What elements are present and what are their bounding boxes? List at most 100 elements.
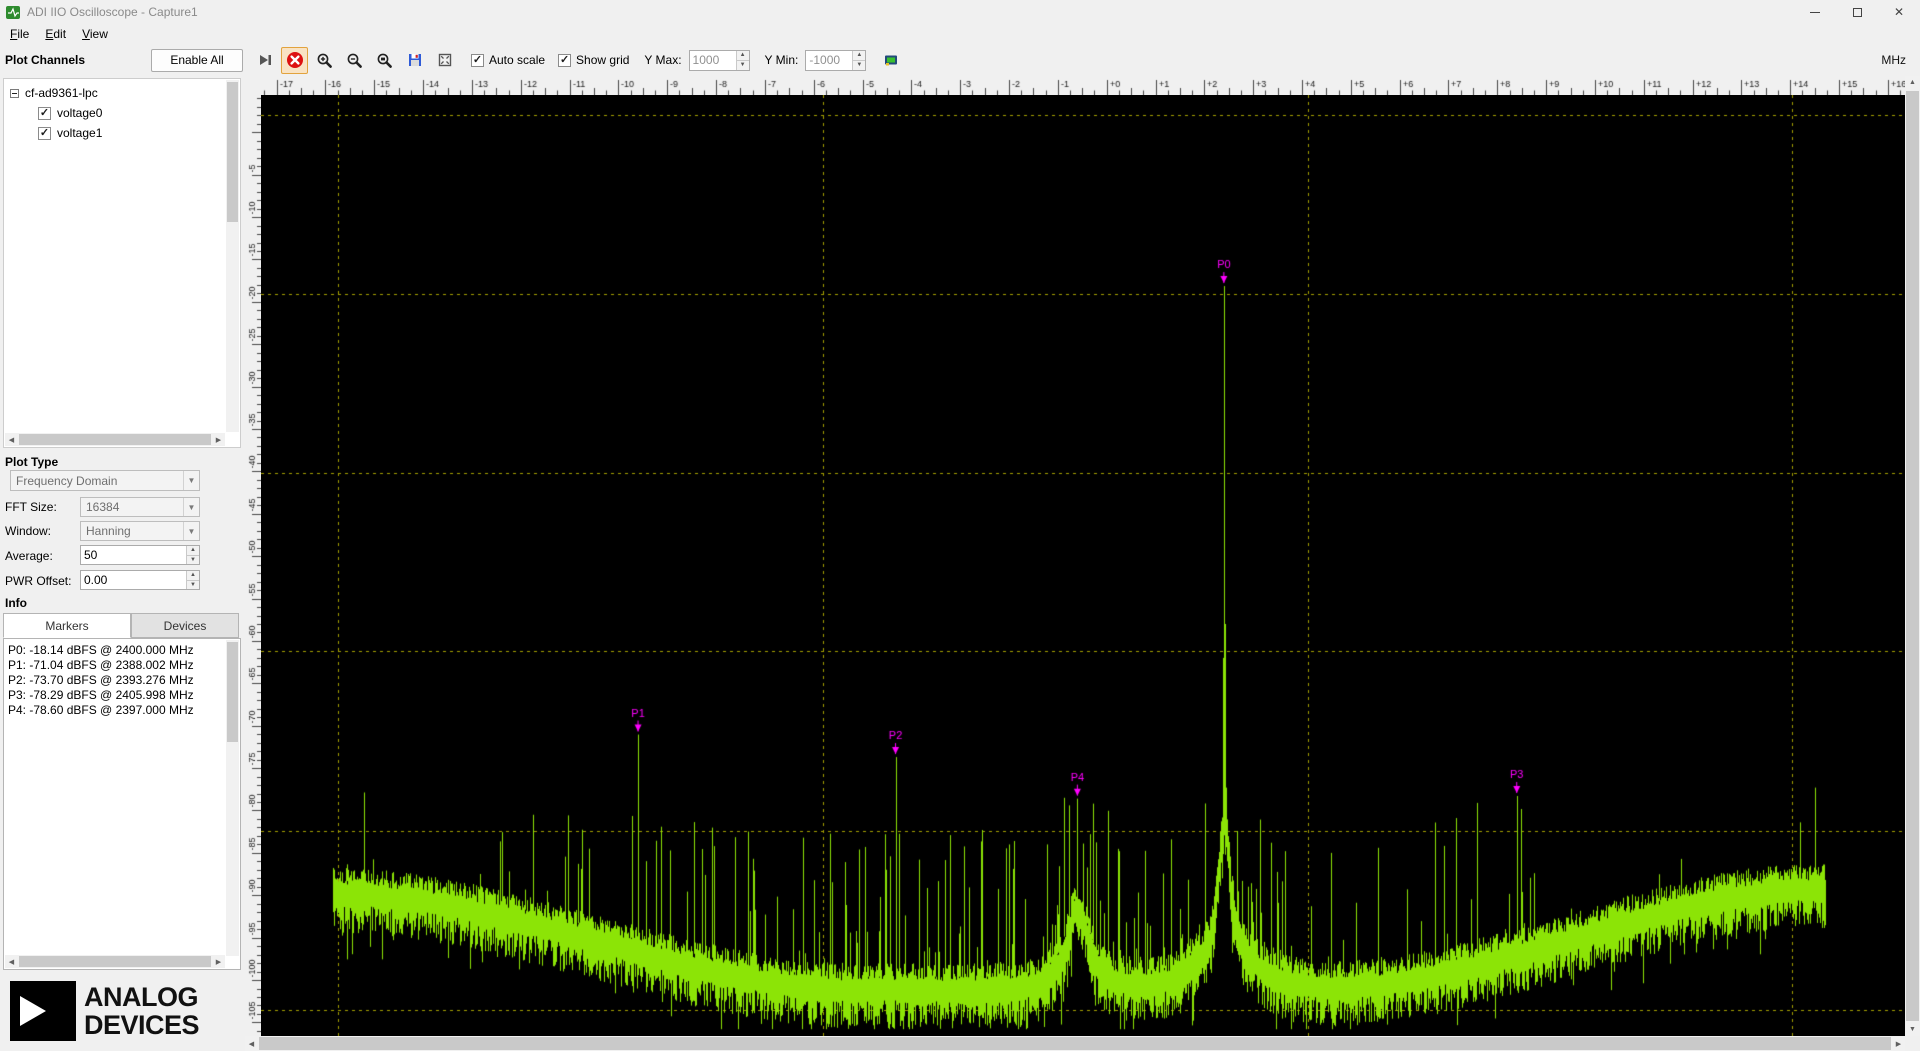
- play-to-end-button[interactable]: [251, 47, 278, 74]
- stop-capture-icon: [286, 51, 304, 69]
- scroll-right-icon[interactable]: ▶: [1892, 1036, 1905, 1051]
- y-min-field[interactable]: [806, 51, 852, 70]
- axis-unit-label: MHz: [1881, 53, 1906, 67]
- zoom-in-button[interactable]: [311, 47, 338, 74]
- window-title: ADI IIO Oscilloscope - Capture1: [27, 5, 198, 19]
- chevron-down-icon: ▼: [183, 522, 199, 540]
- app-icon: [6, 5, 21, 20]
- y-min-label: Y Min:: [765, 53, 799, 67]
- spin-up-icon[interactable]: ▲: [737, 51, 749, 61]
- device-settings-button[interactable]: [877, 47, 904, 74]
- scrollbar-thumb[interactable]: [19, 434, 211, 445]
- markers-vertical-scrollbar[interactable]: [226, 640, 239, 956]
- auto-scale-label: Auto scale: [489, 53, 545, 67]
- channel-label: voltage1: [57, 126, 102, 140]
- scrollbar-corner: [1905, 1036, 1920, 1051]
- spin-down-icon[interactable]: ▼: [737, 61, 749, 70]
- markers-listbox: P0: -18.14 dBFS @ 2400.000 MHz P1: -71.0…: [3, 638, 241, 970]
- window-label: Window:: [5, 524, 51, 538]
- adi-triangle-icon: [10, 981, 76, 1041]
- plot-vertical-scrollbar[interactable]: ▲ ▼: [1905, 76, 1920, 1036]
- scrollbar-thumb[interactable]: [1906, 91, 1919, 1021]
- auto-scale-checkbox[interactable]: Auto scale: [471, 53, 545, 67]
- info-tabs: Markers Devices: [3, 613, 239, 638]
- y-max-spinner[interactable]: ▲▼: [736, 51, 749, 70]
- scroll-right-icon[interactable]: ▶: [212, 955, 225, 968]
- plot-type-value: Frequency Domain: [16, 474, 117, 488]
- enable-all-button[interactable]: Enable All: [151, 49, 243, 72]
- channel-checkbox-icon[interactable]: [38, 107, 51, 120]
- tab-devices[interactable]: Devices: [131, 613, 239, 638]
- channel-label: voltage0: [57, 106, 102, 120]
- markers-horizontal-scrollbar[interactable]: ◀ ▶: [5, 955, 225, 968]
- close-button[interactable]: ✕: [1878, 0, 1920, 24]
- marker-list-item[interactable]: P4: -78.60 dBFS @ 2397.000 MHz: [8, 703, 238, 718]
- marker-list-item[interactable]: P0: -18.14 dBFS @ 2400.000 MHz: [8, 643, 238, 658]
- spin-up-icon[interactable]: ▲: [187, 571, 199, 581]
- stop-capture-button[interactable]: [281, 47, 308, 74]
- scroll-up-icon[interactable]: ▲: [1905, 76, 1920, 89]
- spin-down-icon[interactable]: ▼: [853, 61, 865, 70]
- save-plot-button[interactable]: [401, 47, 428, 74]
- spin-up-icon[interactable]: ▲: [853, 51, 865, 61]
- y-max-field[interactable]: [690, 51, 736, 70]
- zoom-fit-button[interactable]: [371, 47, 398, 74]
- menu-view[interactable]: View: [74, 25, 116, 43]
- marker-list-item[interactable]: P1: -71.04 dBFS @ 2388.002 MHz: [8, 658, 238, 673]
- chevron-down-icon: ▼: [183, 498, 199, 516]
- scroll-left-icon[interactable]: ◀: [5, 433, 18, 446]
- menu-edit[interactable]: Edit: [37, 25, 74, 43]
- marker-list-item[interactable]: P2: -73.70 dBFS @ 2393.276 MHz: [8, 673, 238, 688]
- menu-bar: File Edit View: [0, 24, 1920, 44]
- spin-down-icon[interactable]: ▼: [187, 556, 199, 565]
- scrollbar-thumb[interactable]: [227, 642, 238, 742]
- channel-checkbox-icon[interactable]: [38, 127, 51, 140]
- ruler-corner: [245, 76, 261, 95]
- marker-list-item[interactable]: P3: -78.29 dBFS @ 2405.998 MHz: [8, 688, 238, 703]
- fft-size-value: 16384: [86, 500, 119, 514]
- window-fit-icon: [437, 52, 453, 68]
- window-fit-button[interactable]: [431, 47, 458, 74]
- maximize-button[interactable]: [1836, 0, 1878, 24]
- collapse-expander-icon[interactable]: [10, 89, 19, 98]
- plot-horizontal-scrollbar[interactable]: ◀ ▶: [245, 1036, 1905, 1051]
- average-field[interactable]: [81, 546, 186, 564]
- fft-size-select[interactable]: 16384 ▼: [80, 497, 200, 517]
- window-controls: ✕: [1794, 0, 1920, 24]
- scroll-left-icon[interactable]: ◀: [245, 1036, 258, 1051]
- scrollbar-thumb[interactable]: [259, 1037, 1891, 1050]
- pwr-offset-field[interactable]: [81, 571, 186, 589]
- toolbar: Plot Channels Enable All: [0, 44, 1920, 76]
- minimize-icon: [1810, 12, 1820, 13]
- scrollbar-thumb[interactable]: [19, 956, 211, 967]
- scroll-down-icon[interactable]: ▼: [1905, 1023, 1920, 1036]
- channel-row-voltage1[interactable]: voltage1: [4, 120, 240, 140]
- spin-up-icon[interactable]: ▲: [187, 546, 199, 556]
- scroll-left-icon[interactable]: ◀: [5, 955, 18, 968]
- average-spinner[interactable]: ▲▼: [186, 546, 199, 564]
- spin-down-icon[interactable]: ▼: [187, 581, 199, 590]
- show-grid-checkbox[interactable]: Show grid: [558, 53, 629, 67]
- info-label: Info: [5, 596, 27, 610]
- window-value: Hanning: [86, 524, 131, 538]
- window-select[interactable]: Hanning ▼: [80, 521, 200, 541]
- y-max-spinbox: ▲▼: [689, 50, 750, 71]
- channel-row-voltage0[interactable]: voltage0: [4, 100, 240, 120]
- plot-type-select[interactable]: Frequency Domain ▼: [10, 470, 200, 491]
- scroll-right-icon[interactable]: ▶: [212, 433, 225, 446]
- tab-markers[interactable]: Markers: [3, 613, 131, 638]
- play-to-end-icon: [257, 52, 273, 68]
- close-icon: ✕: [1894, 6, 1904, 18]
- minimize-button[interactable]: [1794, 0, 1836, 24]
- title-bar: ADI IIO Oscilloscope - Capture1 ✕: [0, 0, 1920, 24]
- spectrum-plot[interactable]: [261, 95, 1905, 1036]
- scrollbar-thumb[interactable]: [227, 82, 238, 222]
- menu-file[interactable]: File: [2, 25, 37, 43]
- zoom-out-icon: [346, 52, 363, 69]
- y-min-spinner[interactable]: ▲▼: [852, 51, 865, 70]
- tree-horizontal-scrollbar[interactable]: ◀ ▶: [5, 433, 225, 446]
- pwr-offset-spinner[interactable]: ▲▼: [186, 571, 199, 589]
- tree-root-row[interactable]: cf-ad9361-lpc: [4, 79, 240, 100]
- tree-vertical-scrollbar[interactable]: [226, 80, 239, 432]
- zoom-out-button[interactable]: [341, 47, 368, 74]
